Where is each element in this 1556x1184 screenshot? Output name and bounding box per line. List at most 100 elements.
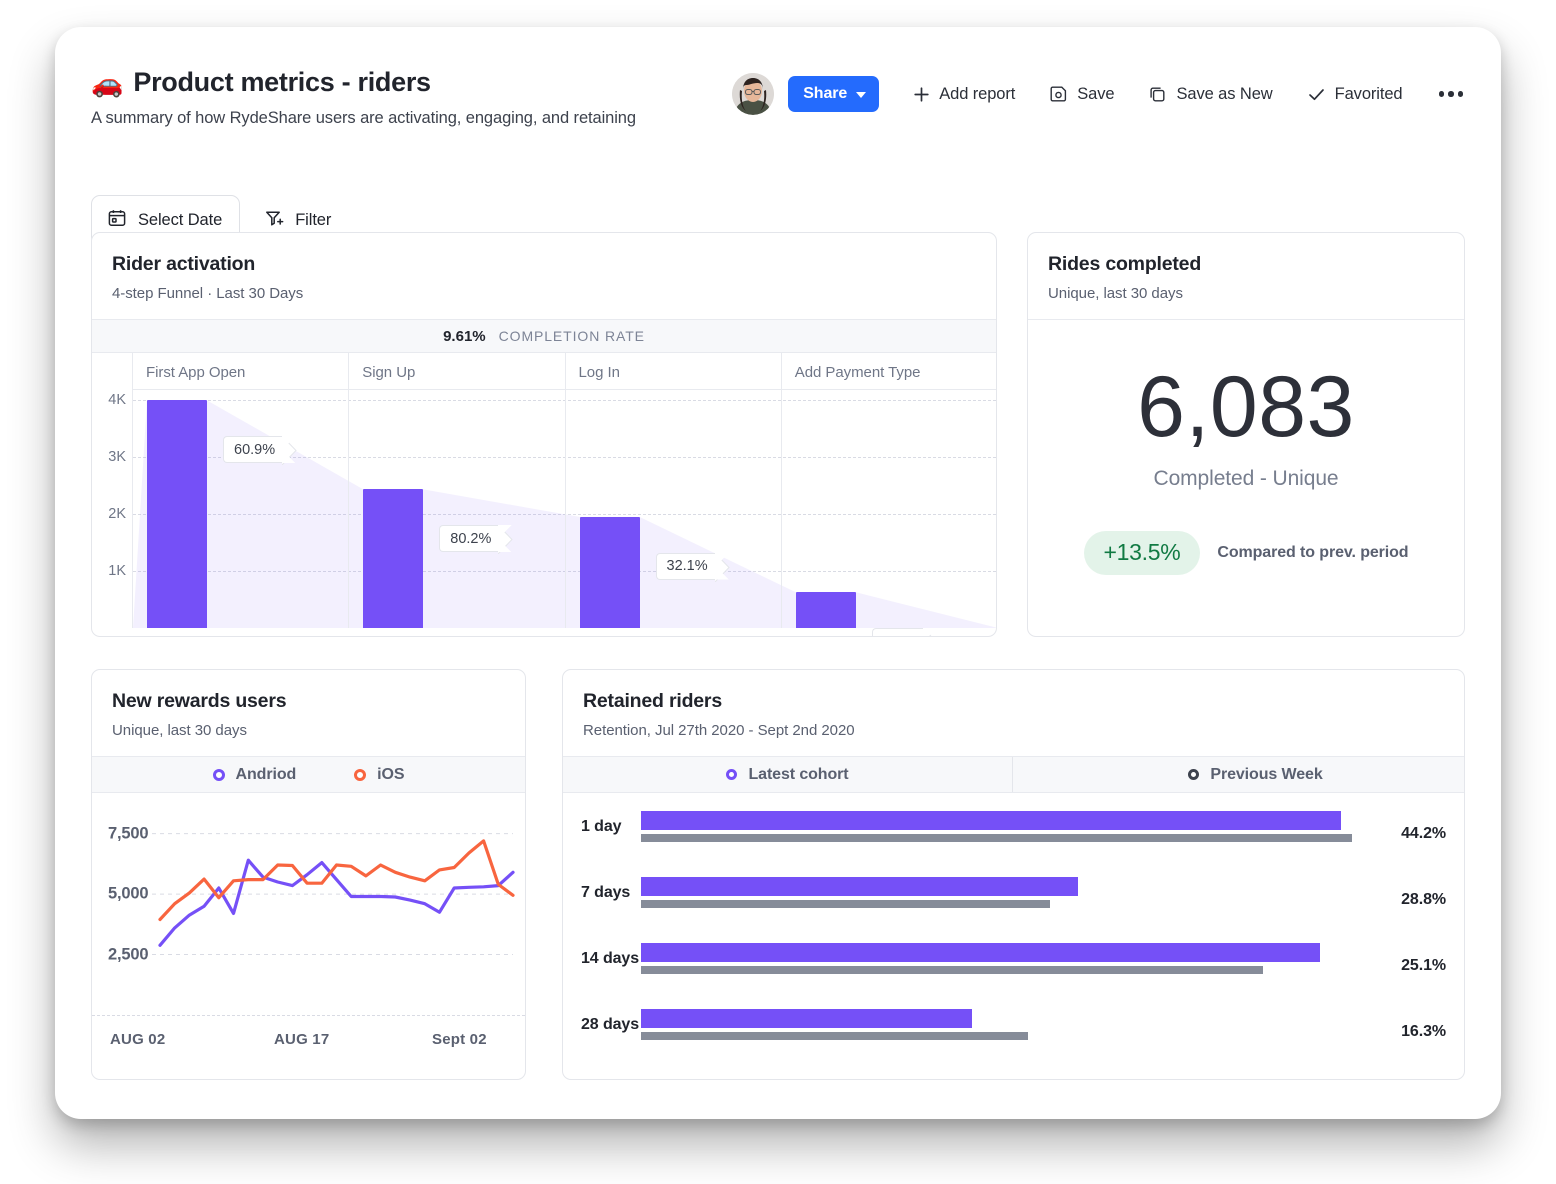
favorited-label: Favorited [1335,85,1403,104]
funnel-bar[interactable] [580,517,640,628]
rewards-x-tick: Sept 02 [432,1031,487,1048]
funnel-conversion-tag: 60.9% [223,436,283,463]
more-options-button[interactable] [1437,83,1466,105]
share-button[interactable]: Share [788,76,879,112]
retention-row-label: 28 days [581,1016,639,1034]
toggle-previous-week[interactable]: Previous Week [1013,757,1464,792]
funnel-conversion-tag: 80.2% [439,525,499,552]
radio-icon [726,769,737,780]
add-report-button[interactable]: Add report [913,79,1015,110]
chevron-down-icon [856,92,866,98]
rides-metric-body: 6,083 Completed - Unique +13.5% Compared… [1028,320,1464,628]
share-button-label: Share [803,85,847,103]
favorited-button[interactable]: Favorited [1307,79,1403,110]
rewards-series-line [160,860,513,945]
funnel-header-divider [349,389,564,390]
retention-row[interactable]: 28 days 16.3% [563,1005,1464,1071]
page-header: 🚗 Product metrics - riders A summary of … [91,67,1465,175]
retention-row-value: 16.3% [1401,1023,1446,1041]
radio-icon [1188,769,1199,780]
retention-bar-latest [641,1009,972,1028]
retention-row-value: 25.1% [1401,957,1446,975]
rides-subtitle: Unique, last 30 days [1048,285,1444,302]
funnel-y-tick: 1K [108,563,126,579]
retention-row-value: 28.8% [1401,891,1446,909]
rides-completed-card: Rides completed Unique, last 30 days 6,0… [1027,232,1465,637]
rewards-y-tick: 5,000 [108,885,148,904]
legend-item-ios[interactable]: iOS [354,766,404,784]
save-label: Save [1077,85,1114,104]
funnel-bar[interactable] [147,400,207,628]
legend-dot-icon [213,769,225,781]
toggle-latest-cohort[interactable]: Latest cohort [563,757,1013,792]
retention-bar-previous [641,900,1050,908]
retention-row-label: 14 days [581,950,639,968]
avatar[interactable] [732,73,774,115]
dot-icon [1439,91,1445,97]
check-icon [1307,85,1326,104]
funnel-card-header: Rider activation 4-step Funnel · Last 30… [92,233,996,319]
funnel-bar[interactable] [363,489,423,628]
retention-row[interactable]: 14 days 25.1% [563,939,1464,1005]
funnel-y-tick: 4K [108,392,126,408]
retention-bar-previous [641,1032,1028,1040]
funnel-y-axis: 4K3K2K1K [92,353,133,628]
save-as-new-button[interactable]: Save as New [1148,79,1272,110]
rewards-plot-area: 7,500 5,000 2,500 AUG 02 AUG 17 Sept 02 [92,793,525,1063]
save-as-new-label: Save as New [1176,85,1272,104]
funnel-step-label: Sign Up [362,364,415,381]
legend-dot-icon [354,769,366,781]
retention-bar-previous [641,834,1352,842]
retention-bar-track [641,939,1352,987]
car-icon: 🚗 [91,70,123,96]
rider-activation-card: Rider activation 4-step Funnel · Last 30… [91,232,997,637]
retention-title: Retained riders [583,690,1444,713]
funnel-step-label: Add Payment Type [795,364,921,381]
toggle-previous-week-label: Previous Week [1210,766,1322,784]
rewards-y-tick: 2,500 [108,945,148,964]
filter-label: Filter [295,211,331,230]
completion-rate-label: COMPLETION RATE [499,328,645,344]
rides-title: Rides completed [1048,253,1444,276]
rides-card-header: Rides completed Unique, last 30 days [1028,233,1464,320]
rewards-y-tick: 7,500 [108,824,148,843]
funnel-header-divider [782,389,997,390]
save-disk-icon [1049,85,1068,104]
filter-icon [264,208,285,234]
retention-row-label: 7 days [581,884,630,902]
funnel-subtitle: 4-step Funnel · Last 30 Days [112,285,976,302]
save-button[interactable]: Save [1049,79,1114,110]
page-title: Product metrics - riders [133,67,430,98]
retention-bar-latest [641,811,1341,830]
completion-rate-value: 9.61% [443,328,486,345]
rewards-x-tick: AUG 02 [110,1031,165,1048]
retention-rows: 1 day44.2% 7 days 28.8% 14 days 25.1% 28 days… [563,793,1464,1080]
dot-icon [1448,91,1454,97]
funnel-y-tick: 2K [108,506,126,522]
funnel-step-label: First App Open [146,364,245,381]
retention-row-value: 44.2% [1401,825,1446,843]
retention-row[interactable]: 1 day44.2% [563,807,1464,873]
retention-bar-track [641,873,1352,921]
legend-label-ios: iOS [377,766,404,784]
add-report-label: Add report [939,85,1015,104]
funnel-header-divider [133,389,348,390]
funnel-bar[interactable] [796,592,856,628]
retention-cohort-toggle: Latest cohort Previous Week [563,756,1464,793]
toggle-latest-cohort-label: Latest cohort [748,766,848,784]
retention-bar-track [641,807,1352,855]
screen: 🚗 Product metrics - riders A summary of … [0,0,1556,1184]
rewards-subtitle: Unique, last 30 days [112,722,505,739]
retention-bar-track [641,1005,1352,1053]
retention-subtitle: Retention, Jul 27th 2020 - Sept 2nd 2020 [583,722,1444,739]
rewards-legend: Andriod iOS [92,756,525,793]
rewards-x-tick: AUG 17 [274,1031,329,1048]
legend-item-android[interactable]: Andriod [213,766,297,784]
funnel-conversion-tag: 32.1% [656,553,716,580]
retention-row[interactable]: 7 days 28.8% [563,873,1464,939]
funnel-step-label: Log In [579,364,620,381]
funnel-column[interactable]: Add Payment Type [782,353,997,628]
rewards-title: New rewards users [112,690,505,713]
retained-riders-card: Retained riders Retention, Jul 27th 2020… [562,669,1465,1080]
plus-icon [913,86,930,103]
